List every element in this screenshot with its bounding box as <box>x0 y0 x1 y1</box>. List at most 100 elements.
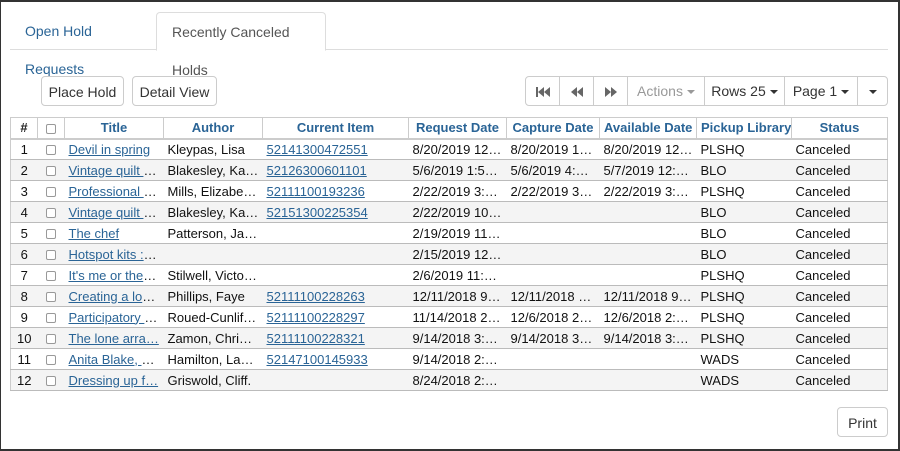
current-item-link[interactable]: 52111100228321 <box>267 331 365 346</box>
row-checkbox[interactable] <box>46 313 56 324</box>
more-options-dropdown[interactable] <box>857 76 888 106</box>
title-link[interactable]: Dressing up f… <box>69 373 159 388</box>
column-header-title[interactable]: Title <box>64 117 164 140</box>
current-item-link[interactable]: 52111100228297 <box>267 310 365 325</box>
title-link[interactable]: The chef <box>69 226 120 241</box>
pickup-library-cell: BLO <box>696 243 792 265</box>
current-item-cell <box>262 369 409 391</box>
row-select-cell <box>37 264 65 286</box>
current-item-link[interactable]: 52126300601101 <box>267 163 367 178</box>
rows-dropdown[interactable]: Rows 25 <box>704 76 785 106</box>
table-row[interactable]: 6 Hotspot kits : [… 2/15/2019 12:… BLO Cance… <box>10 243 888 265</box>
place-hold-button[interactable]: Place Hold <box>41 76 124 106</box>
table-row[interactable]: 7 It's me or the … Stilwell, Victor… 2/6/20… <box>10 264 888 286</box>
column-header-pickup-library[interactable]: Pickup Library <box>696 117 792 140</box>
actions-dropdown[interactable]: Actions <box>627 76 705 106</box>
capture-date-cell <box>506 369 600 391</box>
title-link[interactable]: Hotspot kits : [… <box>69 247 164 262</box>
title-cell: Creating a loc… <box>64 285 164 307</box>
pickup-library-cell: PLSHQ <box>696 138 792 160</box>
title-link[interactable]: Creating a loc… <box>69 289 162 304</box>
row-checkbox[interactable] <box>46 334 56 345</box>
row-checkbox[interactable] <box>46 292 56 303</box>
capture-date-cell: 5/6/2019 4:20… <box>506 159 600 181</box>
status-cell: Canceled <box>791 285 888 307</box>
title-link[interactable]: Vintage quilt r… <box>69 205 161 220</box>
request-date-cell: 2/22/2019 3:1… <box>408 180 507 202</box>
table-row[interactable]: 5 The chef Patterson, Ja… 2/19/2019 11:… BLO… <box>10 222 888 244</box>
detail-view-button[interactable]: Detail View <box>132 76 217 106</box>
title-link[interactable]: Participatory h… <box>69 310 164 325</box>
row-checkbox[interactable] <box>46 166 56 177</box>
row-checkbox[interactable] <box>46 229 56 240</box>
request-date-cell: 2/19/2019 11:… <box>408 222 507 244</box>
row-checkbox[interactable] <box>46 145 56 156</box>
title-link[interactable]: Professional g… <box>69 184 164 199</box>
column-header-current-item[interactable]: Current Item <box>262 117 409 140</box>
request-date-cell: 9/14/2018 3:4… <box>408 327 507 349</box>
capture-date-cell: 12/6/2018 2:1… <box>506 306 600 328</box>
status-cell: Canceled <box>791 264 888 286</box>
title-cell: The chef <box>64 222 164 244</box>
row-checkbox[interactable] <box>46 250 56 261</box>
request-date-cell: 2/15/2019 12:… <box>408 243 507 265</box>
row-checkbox[interactable] <box>46 376 56 387</box>
column-header-number[interactable]: # <box>10 117 38 140</box>
table-row[interactable]: 1 Devil in spring Kleypas, Lisa 52141300472… <box>10 138 888 160</box>
page-dropdown[interactable]: Page 1 <box>784 76 858 106</box>
select-all-checkbox[interactable] <box>46 123 56 134</box>
table-row[interactable]: 4 Vintage quilt r… Blakesley, Kat… 52151300… <box>10 201 888 223</box>
caret-down-icon <box>769 90 778 95</box>
canceled-holds-grid: # Title Author Current Item Request Date… <box>10 117 888 391</box>
column-header-request-date[interactable]: Request Date <box>408 117 507 140</box>
tab-open-hold-requests[interactable]: Open Hold Requests <box>10 12 156 77</box>
title-link[interactable]: Vintage quilt r… <box>69 163 161 178</box>
table-row[interactable]: 10 The lone arra… Zamon, Christ… 5211110022… <box>10 327 888 349</box>
row-checkbox[interactable] <box>46 355 56 366</box>
title-cell: Dressing up f… <box>64 369 164 391</box>
tab-recently-canceled-holds[interactable]: Recently Canceled Holds <box>156 12 326 78</box>
title-link[interactable]: The lone arra… <box>69 331 159 346</box>
current-item-cell: 52151300225354 <box>262 201 409 223</box>
title-link[interactable]: Anita Blake, v… <box>69 352 162 367</box>
table-row[interactable]: 11 Anita Blake, v… Hamilton, Lau… 521471001… <box>10 348 888 370</box>
author-cell: Blakesley, Kat… <box>163 159 263 181</box>
author-cell: Patterson, Ja… <box>163 222 263 244</box>
row-number: 1 <box>10 138 38 160</box>
current-item-link[interactable]: 52111100228263 <box>267 289 365 304</box>
row-checkbox[interactable] <box>46 208 56 219</box>
title-link[interactable]: Devil in spring <box>69 142 151 157</box>
column-header-available-date[interactable]: Available Date <box>599 117 697 140</box>
table-row[interactable]: 3 Professional g… Mills, Elizabet… 52111100… <box>10 180 888 202</box>
row-number: 8 <box>10 285 38 307</box>
current-item-cell <box>262 264 409 286</box>
column-header-author[interactable]: Author <box>163 117 263 140</box>
row-number: 9 <box>10 306 38 328</box>
request-date-cell: 2/6/2019 11:2… <box>408 264 507 286</box>
first-page-button[interactable] <box>525 76 560 106</box>
table-row[interactable]: 9 Participatory h… Roued-Cunliff… 521111002… <box>10 306 888 328</box>
current-item-link[interactable]: 52151300225354 <box>267 205 368 220</box>
row-number: 11 <box>10 348 38 370</box>
available-date-cell <box>599 369 697 391</box>
available-date-cell: 12/11/2018 9:… <box>599 285 697 307</box>
column-header-capture-date[interactable]: Capture Date <box>506 117 600 140</box>
print-button[interactable]: Print <box>837 407 888 437</box>
row-checkbox[interactable] <box>46 187 56 198</box>
previous-page-button[interactable] <box>559 76 594 106</box>
current-item-link[interactable]: 52141300472551 <box>267 142 368 157</box>
request-date-cell: 8/20/2019 12:… <box>408 138 507 160</box>
column-header-status[interactable]: Status <box>791 117 888 140</box>
column-header-select-all[interactable] <box>37 117 65 140</box>
table-row[interactable]: 8 Creating a loc… Phillips, Faye 5211110022… <box>10 285 888 307</box>
current-item-link[interactable]: 52111100193236 <box>267 184 365 199</box>
available-date-cell: 8/20/2019 12:… <box>599 138 697 160</box>
row-checkbox[interactable] <box>46 271 56 282</box>
caret-down-icon <box>841 90 850 95</box>
author-cell: Mills, Elizabet… <box>163 180 263 202</box>
table-row[interactable]: 12 Dressing up f… Griswold, Cliff. 8/24/201… <box>10 369 888 391</box>
title-link[interactable]: It's me or the … <box>69 268 160 283</box>
current-item-link[interactable]: 52147100145933 <box>267 352 368 367</box>
table-row[interactable]: 2 Vintage quilt r… Blakesley, Kat… 52126300… <box>10 159 888 181</box>
next-page-button[interactable] <box>593 76 628 106</box>
